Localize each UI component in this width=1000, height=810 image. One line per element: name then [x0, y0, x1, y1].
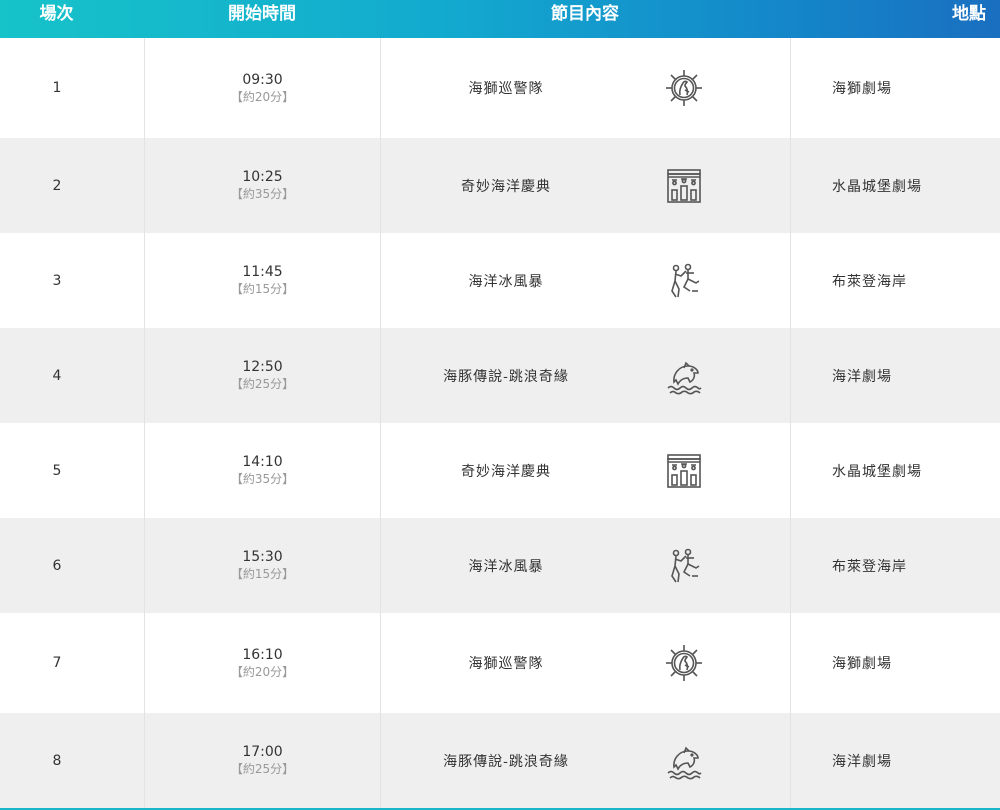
- row-index: 8: [52, 752, 62, 769]
- row-start-time: 12:50 【約25分】: [144, 328, 380, 423]
- row-start-time: 16:10 【約20分】: [144, 613, 380, 713]
- program-name: 海洋冰風暴: [468, 558, 544, 575]
- start-time-value: 14:10: [242, 454, 283, 470]
- duration-value: 【約35分】: [230, 472, 295, 486]
- duration-value: 【約25分】: [230, 377, 295, 391]
- duration-value: 【約15分】: [230, 282, 295, 296]
- table-row: 4 12:50 【約25分】 海豚傳說-跳浪奇緣 海洋劇場: [0, 328, 1000, 423]
- row-program: 奇妙海洋慶典: [380, 423, 790, 518]
- header-index: 場次: [39, 4, 74, 24]
- table-row: 1 09:30 【約20分】 海獅巡警隊 海獅劇場: [0, 38, 1000, 138]
- row-index: 7: [52, 655, 62, 671]
- start-time-value: 17:00: [242, 744, 283, 760]
- program-name: 海豚傳說-跳浪奇緣: [443, 368, 569, 385]
- program-name: 奇妙海洋慶典: [461, 178, 551, 195]
- table-row: 3 11:45 【約15分】 海洋冰風暴 布萊登海岸: [0, 233, 1000, 328]
- row-index: 1: [52, 80, 62, 96]
- row-location: 布萊登海岸: [790, 518, 1000, 613]
- table-row: 2 10:25 【約35分】 奇妙海洋慶典 水晶城堡劇場: [0, 138, 1000, 233]
- header-program: 節目內容: [551, 4, 619, 24]
- row-program: 海豚傳說-跳浪奇緣: [380, 328, 790, 423]
- row-program: 海洋冰風暴: [380, 233, 790, 328]
- start-time-value: 16:10: [242, 646, 283, 663]
- program-name: 海獅巡警隊: [468, 81, 544, 97]
- header-start-time: 開始時間: [228, 4, 296, 24]
- row-index: 3: [52, 272, 62, 289]
- ice-dancers-icon: [664, 261, 704, 301]
- row-program: 海獅巡警隊: [380, 613, 790, 713]
- row-location: 水晶城堡劇場: [790, 423, 1000, 518]
- table-row: 8 17:00 【約25分】 海豚傳說-跳浪奇緣 海洋劇場: [0, 713, 1000, 808]
- table-row: 5 14:10 【約35分】 奇妙海洋慶典 水晶城堡劇場: [0, 423, 1000, 518]
- start-time-value: 10:25: [242, 169, 283, 185]
- duration-value: 【約15分】: [230, 567, 295, 581]
- start-time-value: 09:30: [242, 71, 283, 88]
- row-location: 水晶城堡劇場: [790, 138, 1000, 233]
- show-schedule-table: 場次 開始時間 節目內容 地點 1 09:30 【約20分】 海獅巡警隊 海獅劇場 2 10…: [0, 0, 1000, 810]
- row-start-time: 17:00 【約25分】: [144, 713, 380, 808]
- row-start-time: 10:25 【約35分】: [144, 138, 380, 233]
- dolphin-icon: [664, 356, 704, 396]
- ice-dancers-icon: [664, 546, 704, 586]
- duration-value: 【約20分】: [230, 664, 295, 679]
- program-name: 海豚傳說-跳浪奇緣: [443, 753, 569, 770]
- header-location: 地點: [952, 4, 986, 24]
- sea-lion-wheel-icon: [664, 68, 704, 108]
- duration-value: 【約20分】: [230, 89, 295, 104]
- row-program: 海洋冰風暴: [380, 518, 790, 613]
- program-name: 奇妙海洋慶典: [461, 463, 551, 480]
- duration-value: 【約35分】: [230, 187, 295, 201]
- crystal-castle-stage-icon: [664, 451, 704, 491]
- dolphin-icon: [664, 741, 704, 781]
- table-row: 6 15:30 【約15分】 海洋冰風暴 布萊登海岸: [0, 518, 1000, 613]
- row-index: 2: [52, 177, 62, 194]
- row-start-time: 11:45 【約15分】: [144, 233, 380, 328]
- row-start-time: 14:10 【約35分】: [144, 423, 380, 518]
- row-index: 6: [52, 557, 62, 574]
- row-index: 4: [52, 367, 62, 384]
- program-name: 海洋冰風暴: [468, 273, 544, 290]
- row-location: 海洋劇場: [790, 713, 1000, 808]
- start-time-value: 15:30: [242, 549, 283, 565]
- row-start-time: 09:30 【約20分】: [144, 38, 380, 138]
- crystal-castle-stage-icon: [664, 166, 704, 206]
- row-program: 海獅巡警隊: [380, 38, 790, 138]
- sea-lion-wheel-icon: [664, 643, 704, 683]
- start-time-value: 11:45: [242, 264, 283, 280]
- table-body: 1 09:30 【約20分】 海獅巡警隊 海獅劇場 2 10:25 【約35分】 奇妙海洋慶典水…: [0, 38, 1000, 808]
- table-row: 7 16:10 【約20分】 海獅巡警隊 海獅劇場: [0, 613, 1000, 713]
- row-program: 奇妙海洋慶典: [380, 138, 790, 233]
- row-program: 海豚傳說-跳浪奇緣: [380, 713, 790, 808]
- row-start-time: 15:30 【約15分】: [144, 518, 380, 613]
- row-index: 5: [52, 462, 62, 479]
- row-location: 海洋劇場: [790, 328, 1000, 423]
- table-header: 場次 開始時間 節目內容 地點: [0, 0, 1000, 38]
- start-time-value: 12:50: [242, 359, 283, 375]
- row-location: 海獅劇場: [790, 613, 1000, 713]
- row-location: 海獅劇場: [790, 38, 1000, 138]
- program-name: 海獅巡警隊: [468, 656, 544, 672]
- row-location: 布萊登海岸: [790, 233, 1000, 328]
- duration-value: 【約25分】: [230, 762, 295, 776]
